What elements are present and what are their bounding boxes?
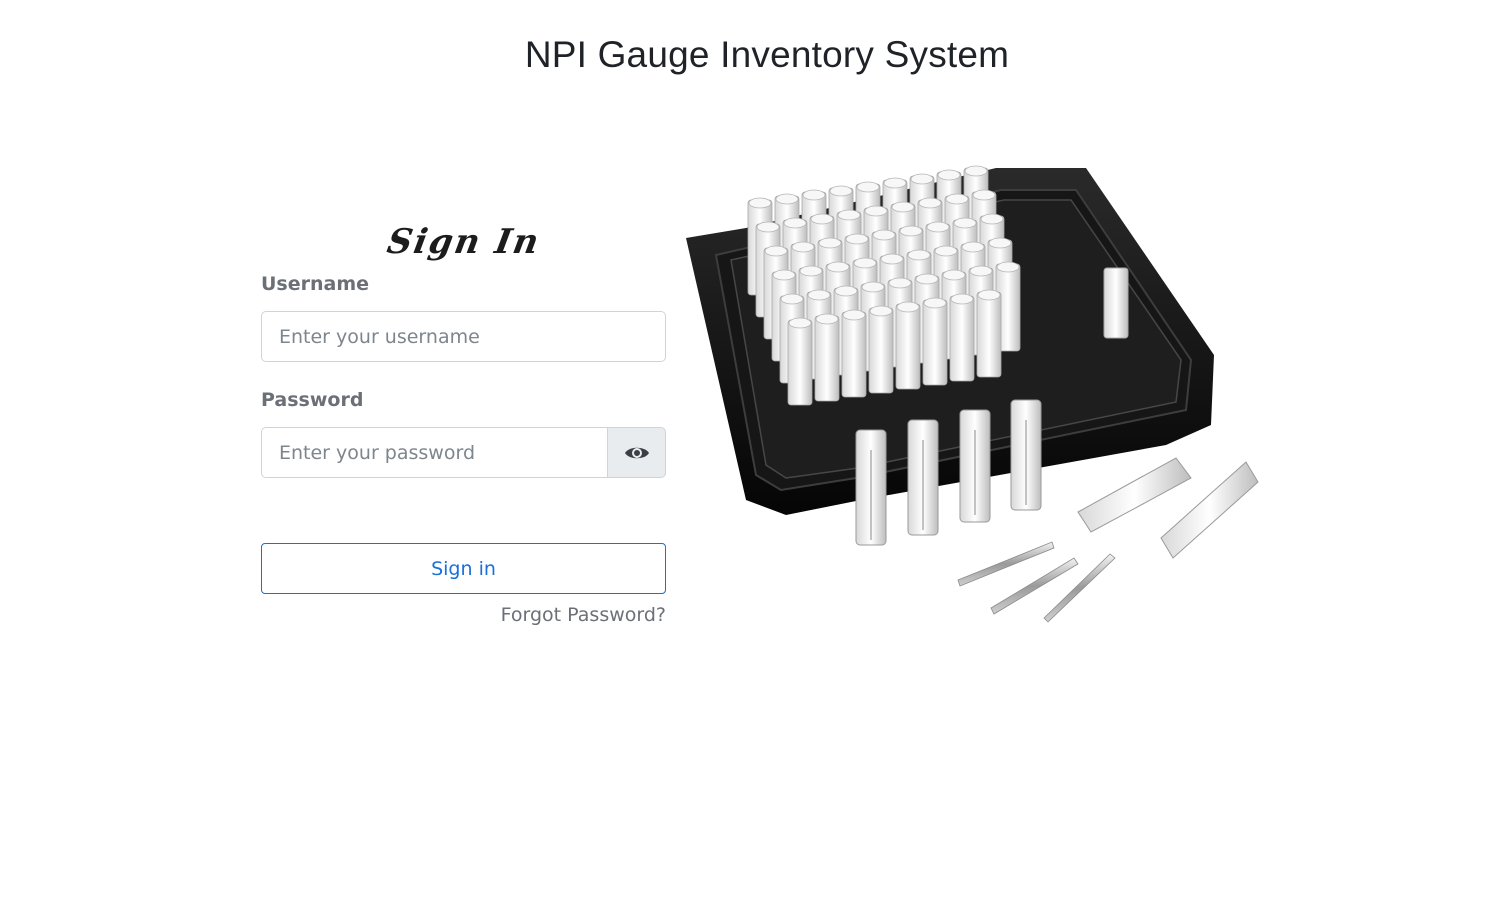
- gauge-set-image: [686, 165, 1259, 623]
- case-pin-cap: [864, 205, 888, 217]
- case-pin-cap: [799, 265, 823, 277]
- show-password-button[interactable]: [608, 427, 666, 478]
- case-pin-cap: [818, 237, 842, 249]
- case-pin-cap: [988, 237, 1012, 249]
- case-pin-cap: [810, 213, 834, 225]
- case-pin-cap: [775, 193, 799, 205]
- case-pin-cap: [788, 317, 812, 329]
- case-pin-cap: [853, 257, 877, 269]
- case-pin-cap: [953, 217, 977, 229]
- page-title: NPI Gauge Inventory System: [524, 34, 1010, 75]
- case-pin-cap: [888, 277, 912, 289]
- case-pin-cap: [996, 261, 1020, 273]
- case-pin-cap: [915, 273, 939, 285]
- case-pin: [814, 315, 840, 402]
- case-pin-cap: [826, 261, 850, 273]
- case-pin-cap: [856, 181, 880, 193]
- case-pin-cap: [842, 309, 866, 321]
- signin-heading: Sign In: [384, 222, 544, 262]
- case-pin-cap: [977, 289, 1001, 301]
- case-pin-cap: [783, 217, 807, 229]
- case-pin-cap: [791, 241, 815, 253]
- case-pin-cap: [861, 281, 885, 293]
- password-label: Password: [261, 389, 364, 411]
- case-pin-cap: [883, 177, 907, 189]
- eye-icon: [624, 447, 649, 458]
- case-pin-cap: [961, 241, 985, 253]
- case-pin-cap: [910, 173, 934, 185]
- case-pin-cap: [964, 165, 988, 177]
- case-pin-cap: [918, 197, 942, 209]
- case-pin-cap: [837, 209, 861, 221]
- username-group: Username: [261, 272, 666, 362]
- forgot-password-link[interactable]: Forgot Password?: [261, 604, 666, 626]
- case-pin-cap: [907, 249, 931, 261]
- case-pin-cap: [764, 245, 788, 257]
- case-pin-cap: [869, 305, 893, 317]
- case-pin-cap: [807, 289, 831, 301]
- case-pin-cap: [834, 285, 858, 297]
- case-pin-cap: [896, 301, 920, 313]
- case-pin-cap: [756, 221, 780, 233]
- username-input[interactable]: [261, 311, 666, 362]
- case-pin-cap: [780, 293, 804, 305]
- case-pin: [1103, 267, 1129, 339]
- case-pin: [949, 295, 975, 382]
- username-label: Username: [261, 273, 370, 295]
- case-pin: [976, 291, 1002, 378]
- case-pin-cap: [945, 193, 969, 205]
- case-pin-cap: [969, 265, 993, 277]
- case-pin: [841, 311, 867, 398]
- case-pin-cap: [937, 169, 961, 181]
- case-pin-cap: [872, 229, 896, 241]
- case-pin-cap: [950, 293, 974, 305]
- case-pin-cap: [942, 269, 966, 281]
- case-pin: [922, 299, 948, 386]
- case-pin: [868, 307, 894, 394]
- case-pin-cap: [802, 189, 826, 201]
- case-pin-cap: [772, 269, 796, 281]
- case-pin: [787, 319, 813, 406]
- signin-button[interactable]: Sign in: [261, 543, 666, 594]
- signin-form: Sign In Username Password Sign in Forgot…: [261, 216, 666, 626]
- case-pin: [895, 303, 921, 390]
- case-pin-cap: [748, 197, 772, 209]
- password-input[interactable]: [261, 427, 608, 478]
- case-pin-cap: [923, 297, 947, 309]
- password-group: Password: [261, 388, 666, 478]
- case-pin-cap: [829, 185, 853, 197]
- case-pin-cap: [972, 189, 996, 201]
- password-row: [261, 427, 666, 478]
- case-pin-cap: [815, 313, 839, 325]
- case-pin-cap: [891, 201, 915, 213]
- case-pin-cap: [845, 233, 869, 245]
- case-pin-cap: [934, 245, 958, 257]
- case-pin-cap: [926, 221, 950, 233]
- case-pin-cap: [980, 213, 1004, 225]
- case-pin-cap: [880, 253, 904, 265]
- case-pin-cap: [899, 225, 923, 237]
